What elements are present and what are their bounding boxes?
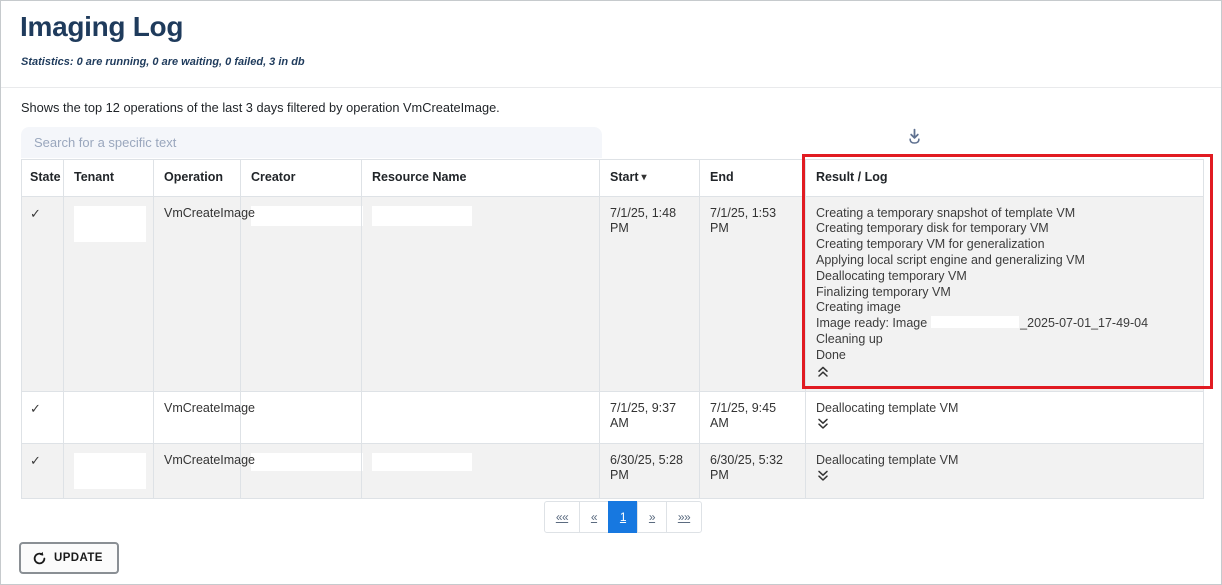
- result-log-cell: Deallocating template VM: [806, 391, 1204, 443]
- end-cell: 7/1/25, 1:53 PM: [700, 196, 806, 391]
- expand-log-button[interactable]: [816, 468, 830, 485]
- creator-cell: [241, 443, 362, 498]
- pagination-last-button[interactable]: »»: [666, 501, 702, 533]
- column-header-creator[interactable]: Creator: [241, 160, 362, 197]
- tenant-cell: [64, 443, 154, 498]
- check-icon: ✓: [30, 401, 41, 416]
- check-icon: ✓: [30, 453, 41, 468]
- log-line: Creating a temporary snapshot of templat…: [816, 206, 1193, 222]
- double-chevron-up-icon: [816, 366, 830, 381]
- log-line: Creating temporary disk for temporary VM: [816, 221, 1193, 237]
- redacted-resource-name: [372, 453, 472, 471]
- log-line: Deallocating template VM: [816, 453, 1193, 469]
- expand-log-button[interactable]: [816, 416, 830, 433]
- redacted-resource-name: [372, 206, 472, 226]
- collapse-log-button[interactable]: [816, 364, 830, 381]
- log-line: Creating temporary VM for generalization: [816, 237, 1193, 253]
- table-row: ✓ VmCreateImage 7/1/25, 1:48 PM 7/1/25, …: [22, 196, 1204, 391]
- pagination-first-button[interactable]: ««: [544, 501, 580, 533]
- log-line: Cleaning up: [816, 332, 1193, 348]
- pagination-page-1[interactable]: 1: [608, 501, 638, 533]
- tenant-cell: [64, 196, 154, 391]
- pagination-next-button[interactable]: »: [637, 501, 667, 533]
- start-cell: 7/1/25, 1:48 PM: [600, 196, 700, 391]
- redacted-tenant: [74, 206, 146, 242]
- start-cell: 6/30/25, 5:28 PM: [600, 443, 700, 498]
- column-header-result-log[interactable]: Result / Log: [806, 160, 1204, 197]
- refresh-icon: [32, 551, 47, 566]
- redacted-tenant: [74, 453, 146, 489]
- download-icon: [905, 134, 924, 149]
- page-title: Imaging Log: [20, 11, 183, 43]
- column-header-resource-name[interactable]: Resource Name: [362, 160, 600, 197]
- update-button-label: UPDATE: [54, 552, 103, 564]
- double-chevron-down-icon: [816, 470, 830, 485]
- operation-cell: VmCreateImage: [154, 443, 241, 498]
- table-row: ✓ VmCreateImage 7/1/25, 9:37 AM 7/1/25, …: [22, 391, 1204, 443]
- header-divider: [1, 87, 1221, 88]
- redacted-creator: [251, 206, 363, 226]
- column-header-state[interactable]: State: [22, 160, 64, 197]
- double-chevron-down-icon: [816, 418, 830, 433]
- column-header-operation[interactable]: Operation: [154, 160, 241, 197]
- table-header-row: State Tenant Operation Creator Resource …: [22, 160, 1204, 197]
- column-header-tenant[interactable]: Tenant: [64, 160, 154, 197]
- imaging-log-page: Imaging Log Statistics: 0 are running, 0…: [0, 0, 1222, 585]
- result-log-cell: Deallocating template VM: [806, 443, 1204, 498]
- check-icon: ✓: [30, 206, 41, 221]
- log-line: Deallocating template VM: [816, 401, 1193, 417]
- redacted-image-name: [931, 316, 1019, 328]
- search-input[interactable]: [21, 127, 602, 158]
- result-log-cell: Creating a temporary snapshot of templat…: [806, 196, 1204, 391]
- tenant-cell: [64, 391, 154, 443]
- resource-name-cell: [362, 443, 600, 498]
- log-line-image-ready: Image ready: Image_2025-07-01_17-49-04: [816, 316, 1193, 332]
- operations-table: State Tenant Operation Creator Resource …: [21, 159, 1204, 499]
- column-header-end[interactable]: End: [700, 160, 806, 197]
- log-line: Applying local script engine and general…: [816, 253, 1193, 269]
- redacted-creator: [251, 453, 363, 471]
- pagination: «« « 1 » »»: [544, 501, 702, 533]
- log-line: Done: [816, 348, 1193, 364]
- log-line: Finalizing temporary VM: [816, 285, 1193, 301]
- operation-cell: VmCreateImage: [154, 196, 241, 391]
- update-button[interactable]: UPDATE: [19, 542, 119, 574]
- end-cell: 6/30/25, 5:32 PM: [700, 443, 806, 498]
- caret-down-icon: ▾: [641, 172, 646, 185]
- creator-cell: [241, 196, 362, 391]
- log-line: Deallocating temporary VM: [816, 269, 1193, 285]
- pagination-prev-button[interactable]: «: [579, 501, 609, 533]
- resource-name-cell: [362, 391, 600, 443]
- operation-cell: VmCreateImage: [154, 391, 241, 443]
- download-button[interactable]: [902, 127, 926, 149]
- end-cell: 7/1/25, 9:45 AM: [700, 391, 806, 443]
- creator-cell: [241, 391, 362, 443]
- log-line: Creating image: [816, 300, 1193, 316]
- table-description: Shows the top 12 operations of the last …: [21, 100, 500, 115]
- resource-name-cell: [362, 196, 600, 391]
- start-cell: 7/1/25, 9:37 AM: [600, 391, 700, 443]
- statistics-line: Statistics: 0 are running, 0 are waiting…: [21, 56, 305, 68]
- column-header-start[interactable]: Start▾: [600, 160, 700, 197]
- table-row: ✓ VmCreateImage 6/30/25, 5:28 PM 6/30/25…: [22, 443, 1204, 498]
